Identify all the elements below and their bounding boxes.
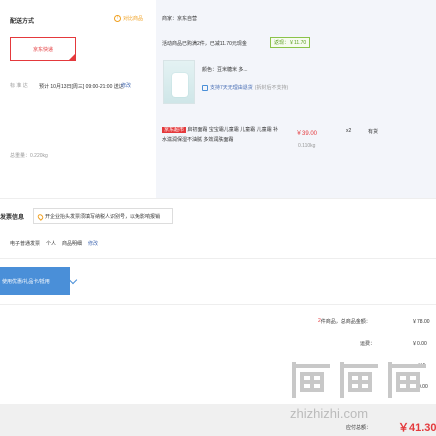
- product-qty: x2: [346, 128, 352, 134]
- product-stock: 有货: [368, 129, 379, 135]
- order-items-panel: 商家：京东自营 活动商品已购满2件，已减11.70元现金 返现：￥11.70: [156, 0, 436, 198]
- time-value: 预计 10月13日[周三] 09:00-21:00 送达: [39, 84, 124, 90]
- color-row: 颜色：豆米糖米 多...: [202, 66, 248, 73]
- invoice-title: 发票信息: [0, 215, 25, 221]
- info-icon: !: [114, 15, 121, 22]
- service-sub: (拆封后不支持): [254, 85, 289, 91]
- invoice-type: 电子普通发票: [10, 241, 41, 247]
- time-label: 标 准 达: [10, 83, 28, 89]
- express-option-button[interactable]: 京东快递: [10, 37, 76, 61]
- invoice-notice-row: 开企业抬头发票须填写纳税人识别号，以免影响报销: [36, 212, 161, 221]
- service-row: 支持7天无理由退货 (拆封后不支持): [202, 84, 288, 91]
- promo-tag: 返现：￥11.70: [270, 37, 311, 48]
- seller-label: 商家：: [162, 16, 178, 22]
- watermark-text: zhizhizhi.com: [290, 406, 369, 421]
- seller-name[interactable]: 京东自营: [177, 16, 197, 22]
- shipping-label: 运费：: [360, 341, 376, 347]
- invoice-details-row: 电子普通发票 个人 商品明细 修改: [10, 240, 98, 247]
- modify-time-link[interactable]: 修改: [121, 82, 131, 89]
- pay-label: 应付总额：: [346, 425, 372, 431]
- weight-value: 0.220kg: [30, 153, 48, 159]
- product-title[interactable]: 京东超市 启初面霜 宝宝霜儿童霜 儿童霜 儿童霜 补水滋润保湿不油腻 多效润肤面…: [162, 125, 282, 145]
- section-divider-3: [0, 304, 436, 305]
- product-weight: 0.110kg: [298, 143, 316, 149]
- section-divider: [0, 198, 436, 199]
- invoice-mode: 个人: [46, 241, 57, 247]
- invoice-modify-link[interactable]: 修改: [88, 240, 98, 247]
- weight-label: 总重量：: [10, 153, 31, 159]
- goods-total-value: ￥78.00: [412, 319, 430, 325]
- pay-value: ￥41.30: [398, 422, 436, 434]
- product-thumbnail[interactable]: [163, 60, 195, 104]
- compare-link[interactable]: ! 对比商品: [114, 15, 143, 22]
- watermark-glyphs-icon: [292, 362, 426, 398]
- express-label: 京东快递: [32, 46, 53, 53]
- color-value: 豆米糖米 多...: [217, 67, 248, 73]
- delivery-title: 配送方式: [10, 19, 35, 25]
- gift-card-label: 使用优惠/礼品卡/抵用: [2, 278, 50, 285]
- compare-label: 对比商品: [123, 16, 144, 22]
- invoice-notice-box: 开企业抬头发票须填写纳税人识别号，以免影响报销: [33, 208, 173, 224]
- service-check-icon: [202, 84, 208, 91]
- invoice-detail: 商品明细: [62, 241, 83, 247]
- goods-count-label: 件商品，总商品金额：: [320, 319, 371, 325]
- seller-row: 商家：京东自营: [162, 15, 197, 22]
- gift-card-toggle-button[interactable]: 使用优惠/礼品卡/抵用: [0, 267, 70, 295]
- supermarket-tag: 京东超市: [162, 127, 187, 133]
- goods-total-label: 2 件商品，总商品金额：: [318, 318, 371, 325]
- section-divider-2: [0, 258, 436, 259]
- product-image: [172, 73, 188, 97]
- selected-corner-icon: [69, 54, 75, 60]
- location-pin-icon: [36, 212, 45, 221]
- promo-text: 活动商品已购满2件，已减11.70元现金: [162, 41, 247, 47]
- chevron-down-icon[interactable]: [68, 275, 78, 285]
- color-label: 颜色：: [202, 67, 218, 73]
- product-price: ￥39.00: [296, 131, 318, 137]
- shipping-value: ￥0.00: [412, 341, 427, 347]
- delivery-panel: 配送方式 ! 对比商品 京东快递 标 准 达 预计 10月13日[周三] 09:…: [0, 0, 156, 198]
- weight-row: 总重量：0.220kg: [10, 152, 48, 159]
- service-badge: 支持7天无理由退货: [210, 85, 253, 91]
- invoice-notice: 开企业抬头发票须填写纳税人识别号，以免影响报销: [45, 214, 161, 220]
